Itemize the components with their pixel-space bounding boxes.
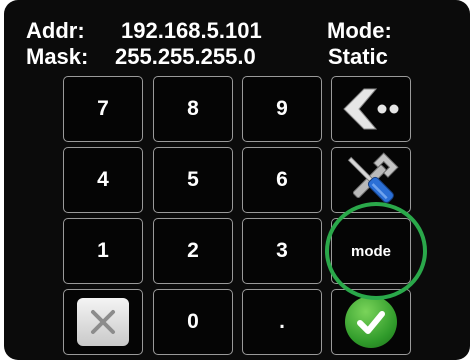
clear-button[interactable] <box>63 289 143 355</box>
mask-value: 255.255.255.0 <box>115 44 256 69</box>
checkmark-icon <box>345 296 397 348</box>
keypad-panel: Addr: 192.168.5.101 Mask: 255.255.255.0 … <box>4 0 470 360</box>
key-4[interactable]: 4 <box>63 147 143 213</box>
back-arrow-icon <box>343 88 399 130</box>
key-6[interactable]: 6 <box>242 147 322 213</box>
addr-label: Addr: <box>26 18 85 43</box>
clear-x-icon <box>77 298 129 346</box>
tools-icon <box>347 152 399 203</box>
key-1[interactable]: 1 <box>63 218 143 284</box>
key-9[interactable]: 9 <box>242 76 322 142</box>
settings-button[interactable] <box>331 147 411 213</box>
back-button[interactable] <box>331 76 411 142</box>
addr-value: 192.168.5.101 <box>121 18 262 43</box>
mode-button-label: mode <box>350 242 391 260</box>
mode-label: Mode: <box>327 18 392 43</box>
mode-value: Static <box>328 44 388 69</box>
key-7[interactable]: 7 <box>63 76 143 142</box>
key-5[interactable]: 5 <box>153 147 233 213</box>
key-8[interactable]: 8 <box>153 76 233 142</box>
key-dot[interactable]: . <box>242 289 322 355</box>
key-2[interactable]: 2 <box>153 218 233 284</box>
key-3[interactable]: 3 <box>242 218 322 284</box>
confirm-button[interactable] <box>331 289 411 355</box>
mask-label: Mask: <box>26 44 89 69</box>
mode-button[interactable]: mode <box>331 218 411 284</box>
key-0[interactable]: 0 <box>153 289 233 355</box>
